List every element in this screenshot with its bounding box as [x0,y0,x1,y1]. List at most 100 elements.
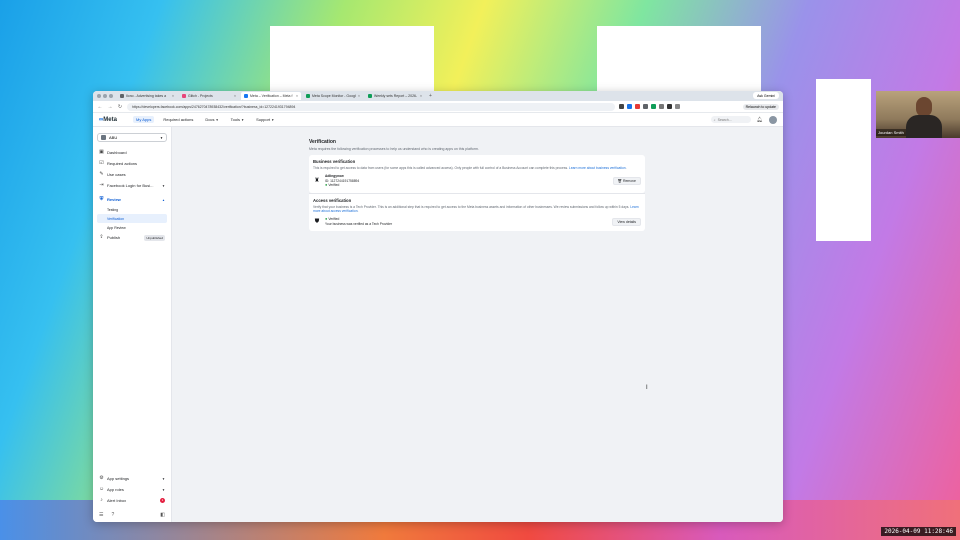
pencil-icon: ✎ [99,171,104,177]
sidebar-subitem-testing[interactable]: Testing [97,205,167,214]
close-icon[interactable]: × [358,94,360,98]
close-icon[interactable]: × [296,94,298,98]
browser-window: Ilono - Advertising takes a × Glitch - Pr… [93,91,783,522]
list-icon[interactable]: ☰ [99,512,103,518]
menu-support[interactable]: Support ▼ [253,116,277,123]
access-verification-desc: Verify that your business is a Tech Prov… [313,204,639,214]
chevron-down-icon: ▼ [162,183,165,188]
sidebar-item-facebook-login[interactable]: ⇥ Facebook Login for Busi... ▼ [97,180,167,191]
menu-required-actions[interactable]: Required actions [160,116,196,123]
sidebar-tools: ☰ ? ◧ [97,512,167,518]
business-row: ♜ Adlingynow ID: 1127244191758894 ● Veri… [313,174,641,187]
business-verification-title: Business verification [313,159,356,164]
tab-favicon-icon [182,94,186,98]
sidebar-subitem-app-review[interactable]: App Review [97,223,167,232]
page-subtitle: Meta requires the following verification… [309,147,479,151]
background-window [270,26,434,92]
verification-content: Verification Meta requires the following… [309,139,645,232]
relaunch-button[interactable]: Relaunch to update [742,103,779,110]
url-input[interactable]: https://developers.facebook.com/apps/247… [127,102,615,111]
meta-header: ∞Meta My Apps Required actions Docs ▼ To… [93,113,783,127]
extension-icon[interactable] [619,104,624,109]
sidebar-item-use-cases[interactable]: ✎ Use cases [97,169,167,180]
trash-icon: 🗑︎ [617,179,622,184]
access-info: ● Verified Your business was verified as… [325,216,393,226]
app-icon [101,135,106,140]
sidebar-item-publish[interactable]: ⇪ Publish Unpublished [97,232,167,243]
collapse-sidebar-icon[interactable]: ◧ [160,512,165,518]
access-verification-title: Access verification [313,197,352,203]
ask-gemini-button[interactable]: Ask Gemini [753,92,779,99]
business-verification-card: Business verification This is required t… [309,155,645,193]
bell-icon: ♪ [100,497,103,503]
extension-icon[interactable] [627,104,632,109]
view-details-button[interactable]: View details [612,217,641,226]
status-badge: Unpublished [144,234,165,241]
sidebar: ABU ▼ ▣ Dashboard ☑ Required actions ✎ Use … [93,127,172,522]
browser-tab[interactable]: Glitch - Projects × [179,92,239,100]
browser-tab-active[interactable]: Meta – Verification – Meta f × [241,92,301,100]
access-verification-card: Access verification Verify that your bus… [309,192,645,232]
sidebar-item-app-roles[interactable]: ☺ App roles ▼ [97,484,167,495]
extension-icon[interactable] [667,104,672,109]
person-body [906,115,942,138]
tab-favicon-icon [120,94,124,98]
dashboard-icon: ▣ [99,149,104,155]
sidebar-item-app-settings[interactable]: ⚙ App settings ▼ [97,473,167,484]
sidebar-subitem-verification[interactable]: Verification [97,214,167,223]
publish-icon: ⇪ [99,234,104,240]
menu-my-apps[interactable]: My Apps [133,116,155,123]
reload-icon[interactable]: ↻ [117,104,123,110]
search-input[interactable]: ⌕ Search... [710,116,751,123]
background-window [597,26,761,92]
app-selector[interactable]: ABU ▼ [97,133,167,142]
sidebar-item-review[interactable]: ⛨ Review ▲ [97,194,167,205]
person-head [916,97,932,117]
chevron-down-icon: ▼ [215,118,219,122]
chevron-down-icon: ▼ [162,476,165,481]
checklist-icon: ☑ [99,160,104,166]
business-icon: ♜ [314,178,320,185]
help-icon[interactable]: ? [111,512,114,518]
meta-logo[interactable]: ∞Meta [99,117,127,123]
avatar[interactable] [769,115,777,124]
chevron-down-icon: ▼ [271,118,275,122]
close-icon[interactable]: × [420,94,422,98]
text-cursor-icon: I [646,385,648,391]
back-icon[interactable]: ← [97,104,103,110]
alert-count-badge: 1 [160,498,165,503]
sidebar-item-required-actions[interactable]: ☑ Required actions [97,158,167,169]
browser-tab[interactable]: Ilono - Advertising takes a × [117,92,177,100]
business-verification-desc: This is required to get access to data f… [313,166,627,170]
sidebar-item-alert-inbox[interactable]: ♪ Alert Inbox 1 [97,495,167,506]
extension-icon[interactable] [635,104,640,109]
window-controls[interactable] [97,94,113,98]
extension-icon[interactable] [659,104,664,109]
gear-icon: ⚙ [99,475,104,481]
extension-icon[interactable] [643,104,648,109]
sidebar-bottom: ⚙ App settings ▼ ☺ App roles ▼ ♪ Alert Inbox 1… [97,473,167,518]
sidebar-item-dashboard[interactable]: ▣ Dashboard [97,147,167,158]
remove-button[interactable]: 🗑︎ Remove [612,177,641,186]
main-content: Verification Meta requires the following… [172,127,783,522]
learn-more-business-link[interactable]: Learn more about business verification [569,166,626,170]
chevron-up-icon: ▲ [162,197,165,202]
page-title: Verification [309,139,336,145]
background-window [816,79,871,241]
menu-tools[interactable]: Tools ▼ [228,116,247,123]
bell-icon[interactable]: 🔔︎ [757,117,763,123]
menu-docs[interactable]: Docs ▼ [202,116,221,123]
new-tab-icon[interactable]: + [429,93,432,99]
chevron-down-icon: ▼ [162,487,165,492]
extension-icon[interactable] [651,104,656,109]
tab-favicon-icon [306,94,310,98]
close-icon[interactable]: × [172,94,174,98]
login-icon: ⇥ [99,182,104,188]
extension-icon[interactable] [675,104,680,109]
browser-tab[interactable]: Weekly sets Report – 2026- × [365,92,425,100]
recording-timestamp: 2026-04-09 11:28:46 [881,527,956,536]
chevron-down-icon: ▼ [241,118,245,122]
forward-icon[interactable]: → [107,104,113,110]
close-icon[interactable]: × [234,94,236,98]
browser-tab[interactable]: Meta Scope Monitor - Google × [303,92,363,100]
